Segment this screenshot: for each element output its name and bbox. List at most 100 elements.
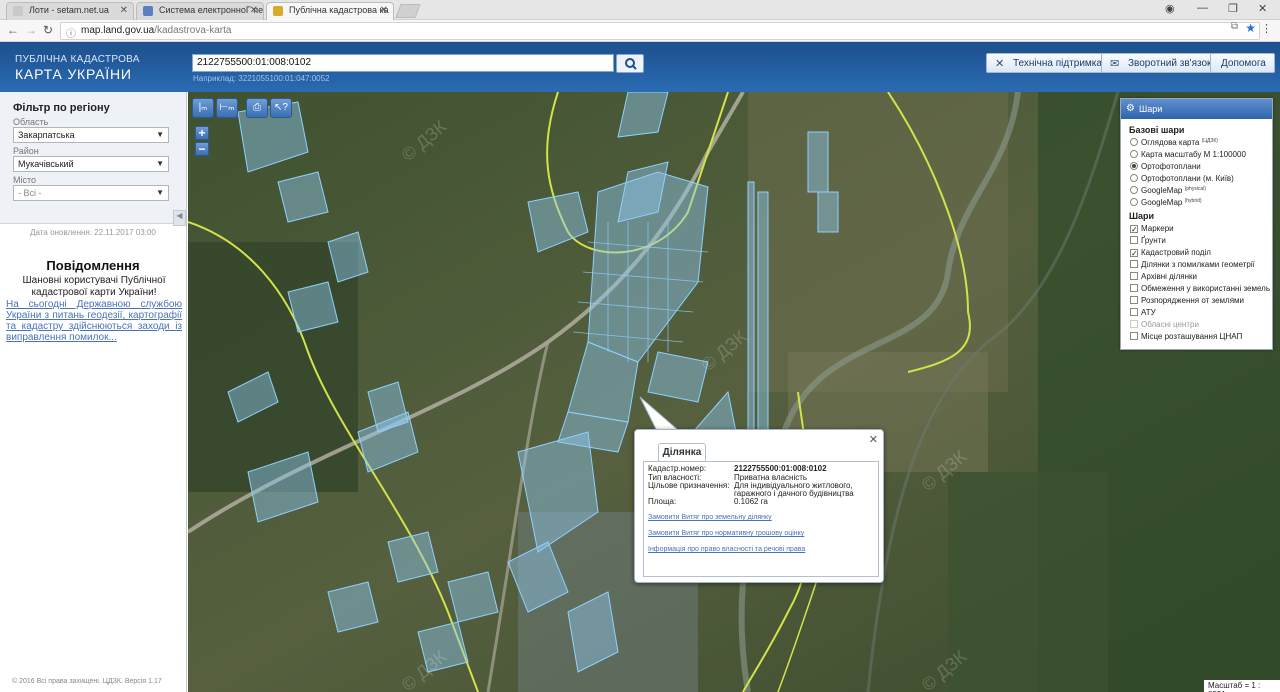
oblast-label: Область xyxy=(13,117,49,127)
misto-select[interactable]: - Всі - ▼ xyxy=(13,185,169,201)
forward-icon[interactable]: → xyxy=(25,23,37,37)
close-window-icon[interactable]: ✕ xyxy=(1258,2,1267,15)
chevron-down-icon: ▼ xyxy=(156,159,164,168)
browser-menu-icon[interactable]: ⋮ xyxy=(1261,22,1272,35)
radio-button[interactable] xyxy=(1130,174,1138,182)
browser-tabstrip: Лоти - setam.net.ua ✕ Система електронно… xyxy=(0,0,1280,20)
help-button[interactable]: Допомога xyxy=(1210,53,1275,73)
close-tab-icon[interactable]: ✕ xyxy=(250,5,258,16)
layer-regional-centers[interactable]: Обласні центри xyxy=(1130,320,1199,329)
order-extract-link[interactable]: Замовити Витяг про земельну ділянку xyxy=(648,514,772,521)
info-icon[interactable]: ⓘ xyxy=(66,25,76,40)
gear-icon: ⚙ xyxy=(1126,103,1135,114)
checkbox-checked[interactable]: ✓ xyxy=(1130,249,1138,258)
browser-tab-1[interactable]: Лоти - setam.net.ua ✕ xyxy=(6,2,134,20)
browser-tab-2[interactable]: Система електронноГ пе ✕ xyxy=(136,2,264,20)
cursor-question-icon: ↖? xyxy=(274,102,288,113)
close-tab-icon[interactable]: ✕ xyxy=(380,5,388,16)
support-label: Технічна підтримка xyxy=(1013,58,1102,69)
help-label: Допомога xyxy=(1221,58,1266,69)
misto-label: Місто xyxy=(13,175,37,185)
browser-tab-3[interactable]: Публічна кадастрова ка ✕ xyxy=(266,2,394,20)
checkbox[interactable] xyxy=(1130,260,1138,268)
checkbox[interactable] xyxy=(1130,272,1138,280)
zoom-in-button[interactable]: + xyxy=(195,126,209,140)
orthophoto-map[interactable]: © ДЗК © ДЗК © ДЗК © ДЗК © ДЗК xyxy=(188,92,1280,692)
reload-icon[interactable]: ↻ xyxy=(43,23,53,37)
layer-restrictions[interactable]: Обмеження у використанні земель xyxy=(1130,284,1270,293)
feedback-button[interactable]: ✉ Зворотний зв'язок xyxy=(1101,53,1221,73)
radio-button[interactable] xyxy=(1130,150,1138,158)
filter-title: Фільтр по регіону xyxy=(13,102,110,114)
identify-button[interactable]: ↖? xyxy=(270,98,292,118)
minimize-icon[interactable]: — xyxy=(1197,2,1208,14)
translate-icon[interactable]: ⧉ xyxy=(1231,21,1238,32)
profile-icon[interactable]: ◉ xyxy=(1165,2,1175,15)
search-button[interactable] xyxy=(616,54,644,73)
rayon-select[interactable]: Мукачівський ▼ xyxy=(13,156,169,172)
base-layer-google-hybrid[interactable]: GoogleMap (hybrid) xyxy=(1130,198,1202,207)
cadastral-number: 2122755500:01:008:0102 xyxy=(734,464,827,473)
url-field[interactable]: ⓘ map.land.gov.ua/kadastrova-karta xyxy=(60,22,1260,40)
maximize-icon[interactable]: ❐ xyxy=(1228,2,1238,15)
bookmark-star-icon[interactable]: ★ xyxy=(1245,21,1256,35)
parcel-popup: ✕ Ділянка Кадастр.номер: 2122755500:01:0… xyxy=(634,429,884,583)
radio-button[interactable] xyxy=(1130,186,1138,194)
order-valuation-link[interactable]: Замовити Витяг про нормативну грошову оц… xyxy=(648,530,804,537)
layers-header[interactable]: ⚙ Шари xyxy=(1121,99,1272,119)
address-bar: ← → ↻ ⓘ map.land.gov.ua/kadastrova-karta… xyxy=(0,20,1280,42)
base-layer-orthophoto-kyiv[interactable]: Ортофотоплани (м. Київ) xyxy=(1130,174,1234,183)
layer-markers[interactable]: ✓ Маркери xyxy=(1130,224,1174,234)
base-layer-google-physical[interactable]: GoogleMap (physical) xyxy=(1130,186,1206,195)
back-icon[interactable]: ← xyxy=(7,23,19,37)
zoom-out-button[interactable]: − xyxy=(195,142,209,156)
layer-cadastral[interactable]: ✓ Кадастровий поділ xyxy=(1130,248,1211,258)
layer-soils[interactable]: Ґрунти xyxy=(1130,236,1166,245)
tab-title: Система електронноГ пе xyxy=(159,5,264,15)
radio-button[interactable] xyxy=(1130,198,1138,206)
checkbox[interactable] xyxy=(1130,236,1138,244)
area-row: Площа: 0.1062 га xyxy=(648,497,768,506)
cadastral-search-input[interactable]: 2122755500:01:008:0102 xyxy=(192,54,614,72)
print-button[interactable]: ⎙ xyxy=(246,98,268,118)
tab-title: Лоти - setam.net.ua xyxy=(29,5,109,15)
tab-parcel[interactable]: Ділянка xyxy=(658,443,706,461)
map-view[interactable]: © ДЗК © ДЗК © ДЗК © ДЗК © ДЗК |ₘ ⊢ₘ ⎙ ↖?… xyxy=(188,92,1280,692)
checkbox[interactable] xyxy=(1130,308,1138,316)
oblast-select[interactable]: Закарпатська ▼ xyxy=(13,127,169,143)
checkbox[interactable] xyxy=(1130,296,1138,304)
new-tab-button[interactable] xyxy=(395,4,421,18)
ruler-icon: |ₘ xyxy=(198,102,208,113)
base-layer-overview[interactable]: Оглядова карта (ЦДЗК) xyxy=(1130,138,1218,147)
support-button[interactable]: ✕ Технічна підтримка xyxy=(986,53,1111,73)
parcel-info: Кадастр.номер: 2122755500:01:008:0102 Ти… xyxy=(643,461,879,577)
misto-value: - Всі - xyxy=(18,188,42,198)
base-layer-100000[interactable]: Карта масштабу М 1:100000 xyxy=(1130,150,1246,159)
printer-icon: ⎙ xyxy=(253,102,261,113)
radio-button-selected[interactable] xyxy=(1130,162,1138,170)
layer-atu[interactable]: АТУ xyxy=(1130,308,1156,317)
tools-icon: ✕ xyxy=(995,58,1005,70)
layer-cnap[interactable]: Місце розташування ЦНАП xyxy=(1130,332,1242,341)
collapse-panel-button[interactable]: ◀ xyxy=(173,210,186,226)
copyright: © 2016 Всі права захищені. ЦДЗК. Версія … xyxy=(12,678,162,685)
layer-geometry-errors[interactable]: Ділянки з помилками геометрії xyxy=(1130,260,1255,269)
url-path: /kadastrova-karta xyxy=(154,25,232,36)
close-icon[interactable]: ✕ xyxy=(869,433,878,446)
layers-title: Шари xyxy=(1139,104,1163,114)
base-layer-orthophoto[interactable]: Ортофотоплани xyxy=(1130,162,1201,171)
layer-archive[interactable]: Архівні ділянки xyxy=(1130,272,1197,281)
page-icon xyxy=(13,6,23,16)
measure-area-button[interactable]: ⊢ₘ xyxy=(216,98,238,118)
map-scale: Масштаб = 1 : 8531 xyxy=(1204,680,1280,692)
notice-link[interactable]: На сьогодні Державною службою України з … xyxy=(6,299,182,343)
chevron-down-icon: ▼ xyxy=(156,130,164,139)
ownership-info-link[interactable]: Інформація про право власності та речові… xyxy=(648,546,805,553)
measure-length-button[interactable]: |ₘ xyxy=(192,98,214,118)
checkbox[interactable] xyxy=(1130,332,1138,340)
checkbox-checked[interactable]: ✓ xyxy=(1130,225,1138,234)
checkbox[interactable] xyxy=(1130,284,1138,292)
radio-button[interactable] xyxy=(1130,138,1138,146)
close-tab-icon[interactable]: ✕ xyxy=(120,5,128,16)
layer-disposals[interactable]: Розпорядження от землями xyxy=(1130,296,1244,305)
